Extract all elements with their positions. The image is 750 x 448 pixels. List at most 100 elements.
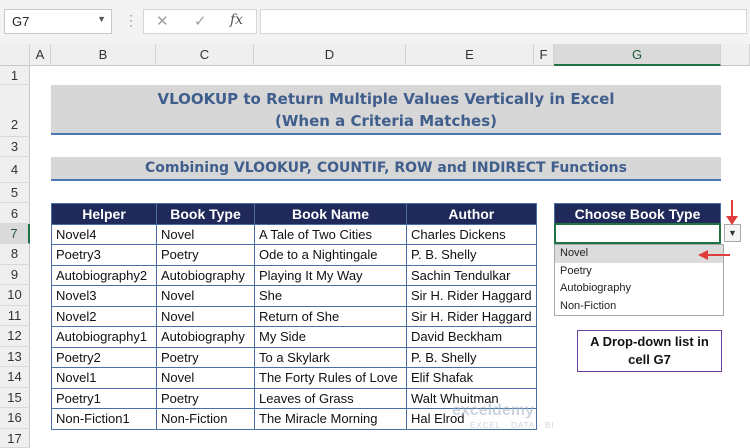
cell[interactable]: P. B. Shelly (406, 346, 537, 368)
row-header-3[interactable]: 3 (0, 137, 30, 157)
formula-bar-grip-icon: ⋮ (124, 12, 138, 32)
cell[interactable]: Poetry1 (51, 387, 157, 409)
cell[interactable]: Novel (156, 305, 255, 327)
cell[interactable]: Novel (156, 285, 255, 307)
cell[interactable]: Poetry (156, 346, 255, 368)
header-helper[interactable]: Helper (51, 203, 157, 225)
cancel-icon[interactable]: ✕ (156, 12, 169, 30)
insert-function-icon[interactable]: fx (230, 12, 243, 28)
red-arrow-left-icon (698, 250, 730, 260)
title-line-2: (When a Criteria Matches) (274, 112, 498, 130)
cell[interactable]: Novel3 (51, 285, 157, 307)
column-header-h[interactable] (721, 44, 750, 66)
cell[interactable]: Autobiography1 (51, 326, 157, 348)
cell[interactable]: A Tale of Two Cities (254, 223, 407, 245)
cell[interactable]: Novel1 (51, 367, 157, 389)
choose-book-type-header: Choose Book Type (554, 203, 721, 224)
column-header-c[interactable]: C (156, 44, 254, 66)
row-header-6[interactable]: 6 (0, 203, 30, 224)
cell[interactable]: Elif Shafak (406, 367, 537, 389)
row-header-10[interactable]: 10 (0, 285, 30, 306)
column-header-g[interactable]: G (554, 44, 721, 66)
table-row: Poetry3 Poetry Ode to a Nightingale P. B. S… (51, 244, 537, 266)
row-header-7[interactable]: 7 (0, 224, 30, 244)
cell[interactable]: Playing It My Way (254, 264, 407, 286)
cell[interactable]: Autobiography (156, 326, 255, 348)
cell[interactable]: Novel (156, 367, 255, 389)
column-header-b[interactable]: B (51, 44, 156, 66)
choose-book-type-cell[interactable] (554, 223, 721, 244)
header-author[interactable]: Author (406, 203, 537, 225)
column-header-f[interactable]: F (534, 44, 554, 66)
cell[interactable]: To a Skylark (254, 346, 407, 368)
cell[interactable]: Poetry (156, 244, 255, 266)
row-header-1[interactable]: 1 (0, 66, 30, 85)
cell[interactable]: Leaves of Grass (254, 387, 407, 409)
name-box-value: G7 (12, 14, 30, 29)
cell[interactable]: The Forty Rules of Love (254, 367, 407, 389)
cell[interactable]: Sir H. Rider Haggard (406, 305, 537, 327)
row-header-9[interactable]: 9 (0, 264, 30, 285)
row-header-14[interactable]: 14 (0, 367, 30, 388)
cell[interactable]: Poetry (156, 387, 255, 409)
books-table: Helper Book Type Book Name Author Novel4… (51, 203, 537, 430)
cell[interactable]: She (254, 285, 407, 307)
row-header-2[interactable]: 2 (0, 85, 30, 137)
cell[interactable]: P. B. Shelly (406, 244, 537, 266)
row-header-13[interactable]: 13 (0, 346, 30, 367)
row-header-12[interactable]: 12 (0, 326, 30, 347)
cell[interactable]: David Beckham (406, 326, 537, 348)
title-line-1: VLOOKUP to Return Multiple Values Vertic… (157, 90, 615, 108)
row-header-17[interactable]: 17 (0, 428, 30, 448)
header-book-type[interactable]: Book Type (156, 203, 255, 225)
table-row: Autobiography2 Autobiography Playing It My… (51, 264, 537, 286)
row-header-16[interactable]: 16 (0, 408, 30, 429)
table-row: Poetry2 Poetry To a Skylark P. B. Shelly (51, 346, 537, 368)
cell[interactable]: Novel2 (51, 305, 157, 327)
table-row: Novel4 Novel A Tale of Two Cities Charles D… (51, 223, 537, 245)
dropdown-option-poetry[interactable]: Poetry (555, 263, 723, 281)
cell[interactable]: Sachin Tendulkar (406, 264, 537, 286)
table-row: Autobiography1 Autobiography My Side David … (51, 326, 537, 348)
cell[interactable]: The Miracle Morning (254, 408, 407, 430)
cell[interactable]: Autobiography (156, 264, 255, 286)
table-row: Novel2 Novel Return of She Sir H. Rider Hag… (51, 305, 537, 327)
row-header-15[interactable]: 15 (0, 387, 30, 408)
cell[interactable]: Charles Dickens (406, 223, 537, 245)
header-book-name[interactable]: Book Name (254, 203, 407, 225)
cell[interactable]: Return of She (254, 305, 407, 327)
cell[interactable]: Novel4 (51, 223, 157, 245)
dropdown-option-non-fiction[interactable]: Non-Fiction (555, 298, 723, 316)
column-header-d[interactable]: D (254, 44, 406, 66)
red-arrow-down-icon (726, 200, 738, 225)
page-title: VLOOKUP to Return Multiple Values Vertic… (51, 85, 721, 135)
watermark-logo: exceldemy (452, 402, 534, 419)
cell[interactable]: Novel (156, 223, 255, 245)
name-box[interactable]: G7 ▼ (4, 9, 112, 34)
note-line-1: A Drop-down list in (590, 334, 709, 349)
cell[interactable]: Non-Fiction (156, 408, 255, 430)
cell[interactable]: Ode to a Nightingale (254, 244, 407, 266)
table-row: Novel3 Novel She Sir H. Rider Haggard (51, 285, 537, 307)
note-line-2: cell G7 (628, 352, 671, 367)
cell[interactable]: Poetry3 (51, 244, 157, 266)
formula-input[interactable] (260, 9, 747, 34)
select-all-corner[interactable] (0, 44, 30, 66)
column-header-a[interactable]: A (30, 44, 51, 66)
cell[interactable]: Autobiography2 (51, 264, 157, 286)
column-header-e[interactable]: E (406, 44, 534, 66)
enter-icon[interactable]: ✓ (194, 12, 207, 30)
table-row: Novel1 Novel The Forty Rules of Love Elif S… (51, 367, 537, 389)
row-header-8[interactable]: 8 (0, 244, 30, 265)
chevron-down-icon[interactable]: ▼ (97, 14, 106, 24)
cell[interactable]: Sir H. Rider Haggard (406, 285, 537, 307)
row-header-11[interactable]: 11 (0, 305, 30, 326)
dropdown-option-autobiography[interactable]: Autobiography (555, 280, 723, 298)
cell[interactable]: My Side (254, 326, 407, 348)
annotation-note: A Drop-down list in cell G7 (577, 330, 722, 372)
row-header-4[interactable]: 4 (0, 157, 30, 183)
cell[interactable]: Non-Fiction1 (51, 408, 157, 430)
cell[interactable]: Poetry2 (51, 346, 157, 368)
watermark-tagline: EXCEL · DATA · BI (470, 421, 555, 430)
row-header-5[interactable]: 5 (0, 183, 30, 203)
